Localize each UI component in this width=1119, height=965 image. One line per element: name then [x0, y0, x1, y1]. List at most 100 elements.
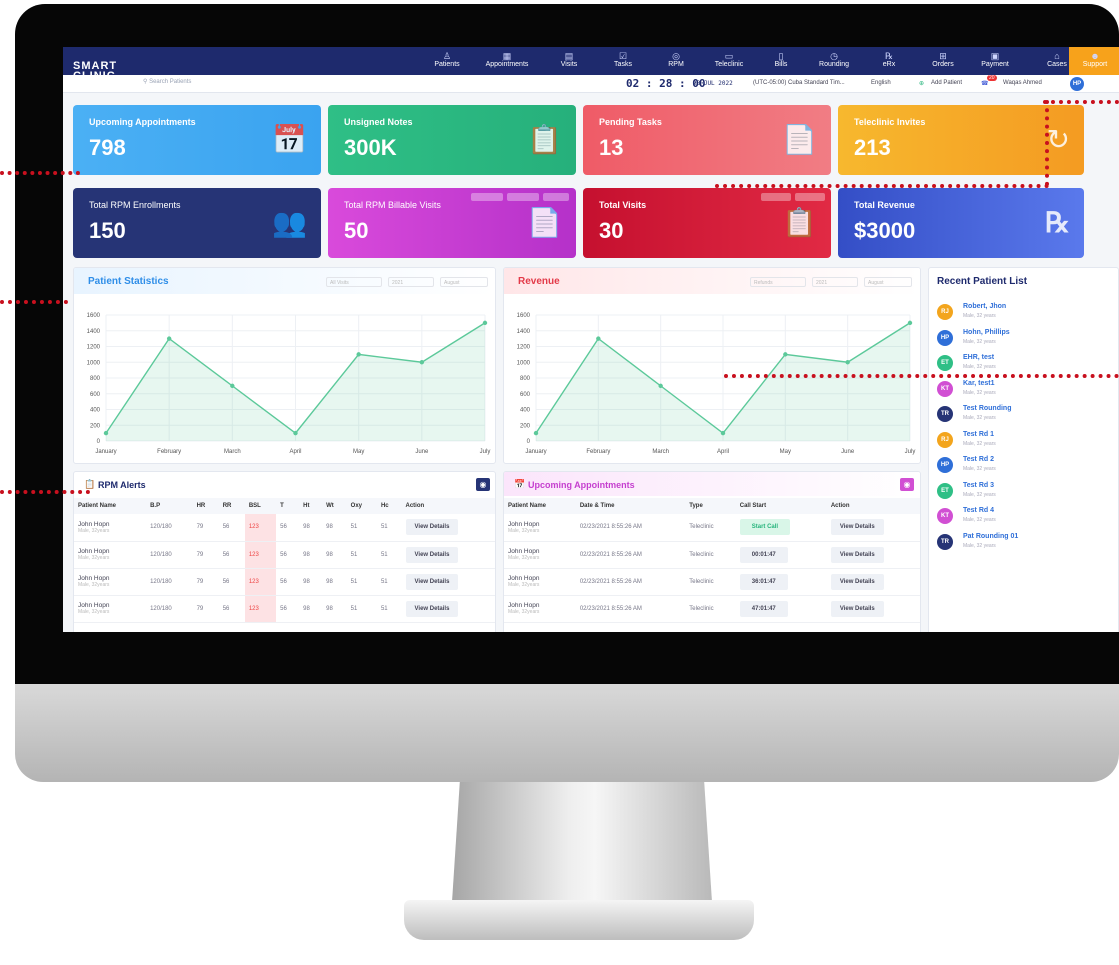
recent-patient-item[interactable]: RJ Robert, Jhon Male, 32 years: [937, 302, 1087, 326]
nav-appointments[interactable]: ▦ Appointments: [481, 51, 533, 68]
language-select[interactable]: English: [871, 80, 891, 86]
y-tick-label: 0: [97, 439, 101, 445]
data-point: [230, 383, 235, 389]
y-tick-label: 1200: [87, 345, 101, 351]
patient-name: John Hopn: [78, 575, 110, 582]
month-filter-select[interactable]: August: [864, 277, 912, 287]
bills-icon: ▯: [778, 51, 784, 61]
user-avatar[interactable]: HP: [1070, 77, 1084, 91]
year-filter-select[interactable]: 2021: [812, 277, 858, 287]
data-point: [720, 430, 726, 436]
filter-select[interactable]: [761, 193, 791, 201]
nav-label: Rounding: [819, 61, 849, 68]
user-name[interactable]: Waqas Ahmed: [1003, 80, 1042, 86]
nav-tasks[interactable]: ☑ Tasks: [597, 51, 649, 68]
recent-patient-item[interactable]: KT Test Rd 4 Male, 32 years: [937, 506, 1087, 530]
eye-icon[interactable]: ◉: [476, 478, 490, 491]
patient-name: Kar, test1: [963, 379, 995, 387]
visits-filter-select[interactable]: All Visits: [326, 277, 382, 287]
view-details-button[interactable]: View Details: [830, 546, 884, 563]
date-display: 28 JUL 2022: [693, 80, 733, 87]
filter-select[interactable]: [471, 193, 503, 201]
card-upcoming-appointments[interactable]: Upcoming Appointments 798 📅: [73, 105, 321, 175]
y-tick-label: 800: [90, 376, 101, 382]
nav-label: Support: [1082, 61, 1108, 68]
column-header: Wt: [322, 498, 347, 514]
nav-patients[interactable]: ♙ Patients: [421, 51, 473, 68]
card-rpm-billable-visits[interactable]: Total RPM Billable Visits 50 📄: [328, 188, 576, 258]
recent-patient-item[interactable]: HP Hohn, Phillips Male, 32 years: [937, 328, 1087, 352]
year-filter-select[interactable]: 2021: [388, 277, 434, 287]
recent-patient-item[interactable]: ET Test Rd 3 Male, 32 years: [937, 481, 1087, 505]
nav-rpm[interactable]: ◎ RPM: [650, 51, 702, 68]
start-call-button[interactable]: Start Call: [739, 519, 791, 536]
patient-meta: Male, 32years: [78, 609, 110, 615]
month-filter-select[interactable]: August: [440, 277, 488, 287]
nav-orders[interactable]: ⊞ Orders: [917, 51, 969, 68]
recent-patient-item[interactable]: TR Pat Rounding 01 Male, 32 years: [937, 532, 1087, 556]
x-tick-label: June: [415, 449, 429, 455]
recent-patient-item[interactable]: HP Test Rd 2 Male, 32 years: [937, 455, 1087, 479]
enrollment-icon: 👥: [272, 207, 307, 238]
nav-visits[interactable]: ▤ Visits: [543, 51, 595, 68]
cell-bsl: 123: [244, 568, 277, 596]
cell-bp: 120/180: [146, 595, 193, 623]
y-tick-label: 1000: [87, 360, 101, 366]
recent-patient-item[interactable]: KT Kar, test1 Male, 32 years: [937, 379, 1087, 403]
view-details-button[interactable]: View Details: [405, 519, 459, 536]
cell-type: Teleclinic: [685, 541, 736, 569]
card-total-revenue[interactable]: Total Revenue $3000 ℞: [838, 188, 1084, 258]
card-unsigned-notes[interactable]: Unsigned Notes 300K 📋: [328, 105, 576, 175]
nav-teleclinic[interactable]: ▭ Teleclinic: [703, 51, 755, 68]
cell-oxy: 51: [346, 595, 377, 623]
callout-line: [1043, 100, 1119, 104]
nav-bills[interactable]: ▯ Bills: [755, 51, 807, 68]
filter-select[interactable]: [795, 193, 825, 201]
avatar: RJ: [937, 431, 953, 448]
add-patient-button[interactable]: Add Patient: [931, 80, 962, 86]
timezone-select[interactable]: (UTC-05:00) Cuba Standard Tim...: [753, 80, 845, 86]
nav-erx[interactable]: ℞ eRx: [863, 51, 915, 68]
avatar: TR: [937, 406, 953, 422]
card-total-visits[interactable]: Total Visits 30 📋: [583, 188, 831, 258]
view-details-button[interactable]: View Details: [405, 600, 459, 617]
filter-select[interactable]: [507, 193, 539, 201]
filter-select[interactable]: [543, 193, 569, 201]
bell-icon[interactable]: ☎: [981, 80, 988, 87]
nav-label: RPM: [668, 61, 684, 68]
search-input[interactable]: ⚲ Search Patients: [143, 78, 191, 85]
nav-support[interactable]: ☻ Support: [1069, 47, 1119, 75]
y-tick-label: 1400: [87, 329, 101, 335]
recent-patient-item[interactable]: RJ Test Rd 1 Male, 32 years: [937, 430, 1087, 454]
patient-name: Robert, Jhon: [963, 303, 1007, 310]
data-point: [533, 430, 539, 436]
panel-title: Patient Statistics: [88, 276, 169, 287]
erx-icon: ℞: [884, 51, 894, 61]
nav-label: eRx: [882, 61, 896, 68]
monitor-chin: [15, 684, 1119, 782]
dashboard-screen: SMARTCLINIC ♙Patients▦Appointments▤Visit…: [63, 47, 1119, 632]
eye-icon[interactable]: ◉: [900, 478, 914, 491]
card-pending-tasks[interactable]: Pending Tasks 13 📄: [583, 105, 831, 175]
view-details-button[interactable]: View Details: [405, 546, 459, 563]
nav-payment[interactable]: ▣ Payment: [969, 51, 1021, 68]
call-timer: 47:01:47: [739, 600, 788, 617]
recent-patient-item[interactable]: TR Test Rounding Male, 32 years: [937, 404, 1087, 428]
type-filter-select[interactable]: Refunds: [750, 277, 806, 287]
view-details-button[interactable]: View Details: [830, 519, 884, 536]
view-details-button[interactable]: View Details: [405, 573, 459, 590]
callout-line: [0, 300, 68, 304]
cell-wt: 98: [322, 514, 347, 542]
add-patient-icon[interactable]: ⊕: [919, 80, 924, 87]
view-details-button[interactable]: View Details: [830, 600, 884, 617]
nav-rounding[interactable]: ◷ Rounding: [808, 51, 860, 68]
y-tick-label: 0: [527, 439, 531, 445]
cell-datetime: 02/23/2021 8:55:26 AM: [575, 568, 686, 596]
nav-label: Bills: [774, 61, 788, 68]
card-rpm-enrollments[interactable]: Total RPM Enrollments 150 👥: [73, 188, 321, 258]
cell-hr: 79: [192, 568, 219, 596]
y-tick-label: 400: [520, 408, 531, 414]
column-header: Action: [401, 498, 495, 514]
view-details-button[interactable]: View Details: [830, 573, 884, 590]
column-header: Ht: [299, 498, 323, 514]
